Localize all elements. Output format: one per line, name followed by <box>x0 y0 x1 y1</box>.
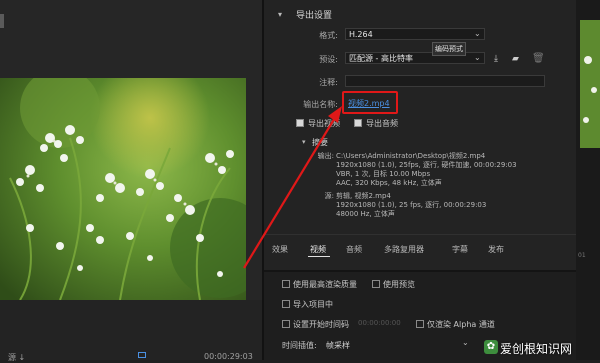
delete-preset-icon[interactable]: 🗑 <box>532 53 545 64</box>
collapse-arrow-icon[interactable]: ▾ <box>278 10 282 19</box>
tab-video[interactable]: 视频 <box>310 244 326 255</box>
video-preview[interactable] <box>0 78 246 300</box>
preset-value: 匹配源 - 高比特率 <box>349 54 413 63</box>
time-interpolation-dropdown-icon[interactable]: ⌄ <box>462 338 469 347</box>
max-render-quality-checkbox[interactable] <box>282 280 290 288</box>
render-alpha-label: 仅渲染 Alpha 通道 <box>427 320 495 329</box>
summary-output-label: 输出: <box>317 152 334 160</box>
comments-label: 注释: <box>319 78 338 87</box>
export-audio-checkbox[interactable] <box>354 119 362 127</box>
export-video-label: 导出视频 <box>308 119 340 128</box>
summary-source-line-1: 剪辑, 视频2.mp4 <box>336 192 391 200</box>
format-dropdown-icon[interactable]: ⌄ <box>474 29 481 38</box>
summary-output-line-2: 1920x1080 (1.0), 25fps, 逐行, 硬件加速, 00:00:… <box>336 161 517 169</box>
preset-dropdown-icon[interactable]: ⌄ <box>474 53 481 62</box>
tab-publish[interactable]: 发布 <box>488 244 504 255</box>
export-settings-title: 导出设置 <box>296 11 333 21</box>
preset-tooltip: 编码预式 <box>432 42 466 56</box>
tab-video-underline <box>308 256 330 257</box>
source-range-label[interactable]: 源 ↓ <box>8 352 25 363</box>
save-preset-icon[interactable]: ⤓ <box>494 54 498 64</box>
tabs-top-rule <box>264 234 576 235</box>
right-thumbnail-image <box>580 20 600 148</box>
summary-source-label: 源: <box>324 192 334 200</box>
use-previews-label: 使用预览 <box>383 280 415 289</box>
summary-output-line-4: AAC, 320 Kbps, 48 kHz, 立体声 <box>336 179 442 187</box>
comments-input[interactable] <box>345 75 545 87</box>
tab-captions[interactable]: 字幕 <box>452 244 468 255</box>
export-video-checkbox[interactable] <box>296 119 304 127</box>
watermark-text: 爱创根知识网 <box>500 342 573 356</box>
summary-source-line-3: 48000 Hz, 立体声 <box>336 210 395 218</box>
set-start-timecode-checkbox[interactable] <box>282 320 290 328</box>
right-preview-thumbnail <box>580 20 600 148</box>
panel-edge-marker <box>0 14 4 28</box>
start-timecode-value[interactable]: 00:00:00:00 <box>358 319 401 327</box>
time-interpolation-select[interactable]: 帧采样 <box>326 340 350 351</box>
format-label: 格式: <box>319 31 338 40</box>
flower-preview-image <box>0 78 246 300</box>
fit-icon[interactable] <box>138 352 146 358</box>
import-preset-icon[interactable]: ▰ <box>512 54 519 64</box>
preset-label: 预设: <box>319 55 338 64</box>
tab-audio[interactable]: 音频 <box>346 244 362 255</box>
source-monitor-footer <box>0 300 262 360</box>
summary-source-line-2: 1920x1080 (1.0), 25 fps, 逐行, 00:00:29:03 <box>336 201 487 209</box>
output-name-label: 输出名称: <box>303 100 338 109</box>
format-value: H.264 <box>349 30 373 39</box>
set-start-timecode-label: 设置开始时间码 <box>293 320 349 329</box>
export-audio-label: 导出音频 <box>366 119 398 128</box>
use-previews-checkbox[interactable] <box>372 280 380 288</box>
options-divider <box>264 270 576 272</box>
summary-output-line-1: C:\Users\Administrator\Desktop\视频2.mp4 <box>336 152 486 160</box>
tab-multiplexer[interactable]: 多路复用器 <box>384 244 424 255</box>
import-into-project-checkbox[interactable] <box>282 300 290 308</box>
max-render-quality-label: 使用最高渲染质量 <box>293 280 357 289</box>
summary-output-line-3: VBR, 1 次, 目标 10.00 Mbps <box>336 170 431 178</box>
tab-effects[interactable]: 效果 <box>272 244 288 255</box>
right-edge-marker: 01 <box>578 252 586 259</box>
summary-title: 摘要 <box>312 138 328 147</box>
time-interpolation-label: 时间插值: <box>282 341 317 350</box>
output-name-link[interactable]: 视频2.mp4 <box>348 98 390 109</box>
summary-collapse-icon[interactable]: ▾ <box>302 138 306 146</box>
watermark-logo-icon: ✿ <box>484 340 498 354</box>
import-into-project-label: 导入项目中 <box>293 300 333 309</box>
format-select[interactable]: H.264 <box>345 28 485 40</box>
render-alpha-checkbox[interactable] <box>416 320 424 328</box>
